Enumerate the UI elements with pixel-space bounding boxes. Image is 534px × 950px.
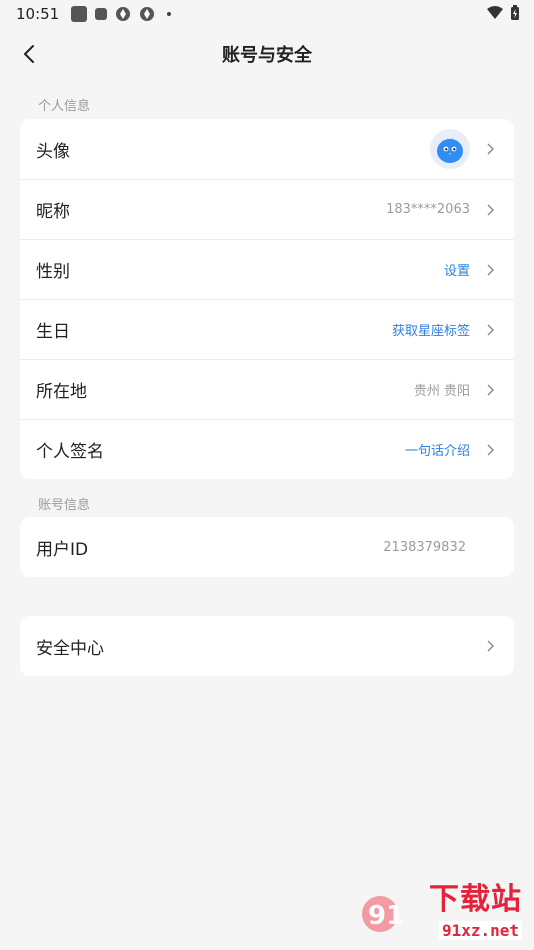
account-info-card: 用户ID 2138379832 bbox=[20, 517, 514, 577]
row-value: 183****2063 bbox=[386, 202, 470, 217]
notification-square-icon bbox=[95, 8, 108, 20]
row-label: 用户ID bbox=[36, 539, 89, 560]
personal-info-card: 头像 昵称 183****2063 性别 设置 生日 获取星座标签 所在地 贵州… bbox=[20, 119, 514, 479]
notification-app-icon bbox=[71, 6, 88, 22]
status-time: 10:51 bbox=[16, 5, 60, 23]
row-label: 所在地 bbox=[36, 382, 87, 402]
chevron-right-icon bbox=[487, 204, 494, 215]
chevron-right-icon bbox=[487, 384, 494, 395]
chevron-right-icon bbox=[487, 143, 494, 155]
row-value: 获取星座标签 bbox=[391, 324, 470, 339]
watermark: 91 下载站 91xz.net bbox=[358, 882, 528, 946]
back-arrow-icon[interactable] bbox=[18, 42, 42, 66]
row-avatar[interactable]: 头像 bbox=[20, 119, 514, 179]
row-label: 昵称 bbox=[36, 202, 70, 222]
notification-aperture-icon-2 bbox=[140, 7, 155, 21]
chevron-right-icon bbox=[487, 444, 494, 455]
chevron-right-icon bbox=[487, 264, 494, 275]
wifi-icon bbox=[487, 6, 503, 19]
row-gender[interactable]: 性别 设置 bbox=[20, 239, 514, 299]
row-user-id: 用户ID 2138379832 bbox=[20, 517, 514, 577]
row-location[interactable]: 所在地 贵州 贵阳 bbox=[20, 359, 514, 419]
security-card: 安全中心 bbox=[20, 616, 514, 676]
status-notification-icons bbox=[71, 6, 172, 22]
row-birthday[interactable]: 生日 获取星座标签 bbox=[20, 299, 514, 359]
navigation-bar: 账号与安全 bbox=[0, 28, 534, 80]
avatar bbox=[430, 129, 470, 169]
bird-avatar-icon bbox=[437, 138, 463, 163]
more-notifications-icon bbox=[167, 12, 172, 16]
chevron-right-icon bbox=[487, 640, 494, 652]
row-label: 生日 bbox=[36, 322, 70, 342]
watermark-logo-icon: 91 bbox=[362, 896, 404, 932]
page-title: 账号与安全 bbox=[222, 45, 312, 66]
watermark-url: 91xz.net bbox=[438, 921, 522, 940]
user-id-value: 2138379832 bbox=[383, 539, 466, 555]
row-value: 一句话介绍 bbox=[404, 444, 470, 459]
status-bar: 10:51 bbox=[0, 0, 534, 28]
row-signature[interactable]: 个人签名 一句话介绍 bbox=[20, 419, 514, 479]
chevron-right-icon bbox=[487, 324, 494, 335]
notification-aperture-icon bbox=[116, 7, 131, 21]
row-label: 个人签名 bbox=[36, 442, 104, 462]
row-value: 设置 bbox=[443, 264, 470, 279]
battery-icon bbox=[511, 5, 519, 20]
row-label: 安全中心 bbox=[36, 638, 104, 659]
watermark-brand: 下载站 bbox=[429, 882, 522, 917]
row-label: 性别 bbox=[36, 262, 70, 282]
section-label-account: 账号信息 bbox=[38, 498, 91, 513]
row-label: 头像 bbox=[36, 141, 70, 162]
watermark-logo-mark: 91 bbox=[368, 901, 404, 931]
row-value: 贵州 贵阳 bbox=[413, 384, 470, 399]
row-nickname[interactable]: 昵称 183****2063 bbox=[20, 179, 514, 239]
section-label-personal: 个人信息 bbox=[38, 99, 91, 114]
row-security-center[interactable]: 安全中心 bbox=[20, 616, 514, 676]
